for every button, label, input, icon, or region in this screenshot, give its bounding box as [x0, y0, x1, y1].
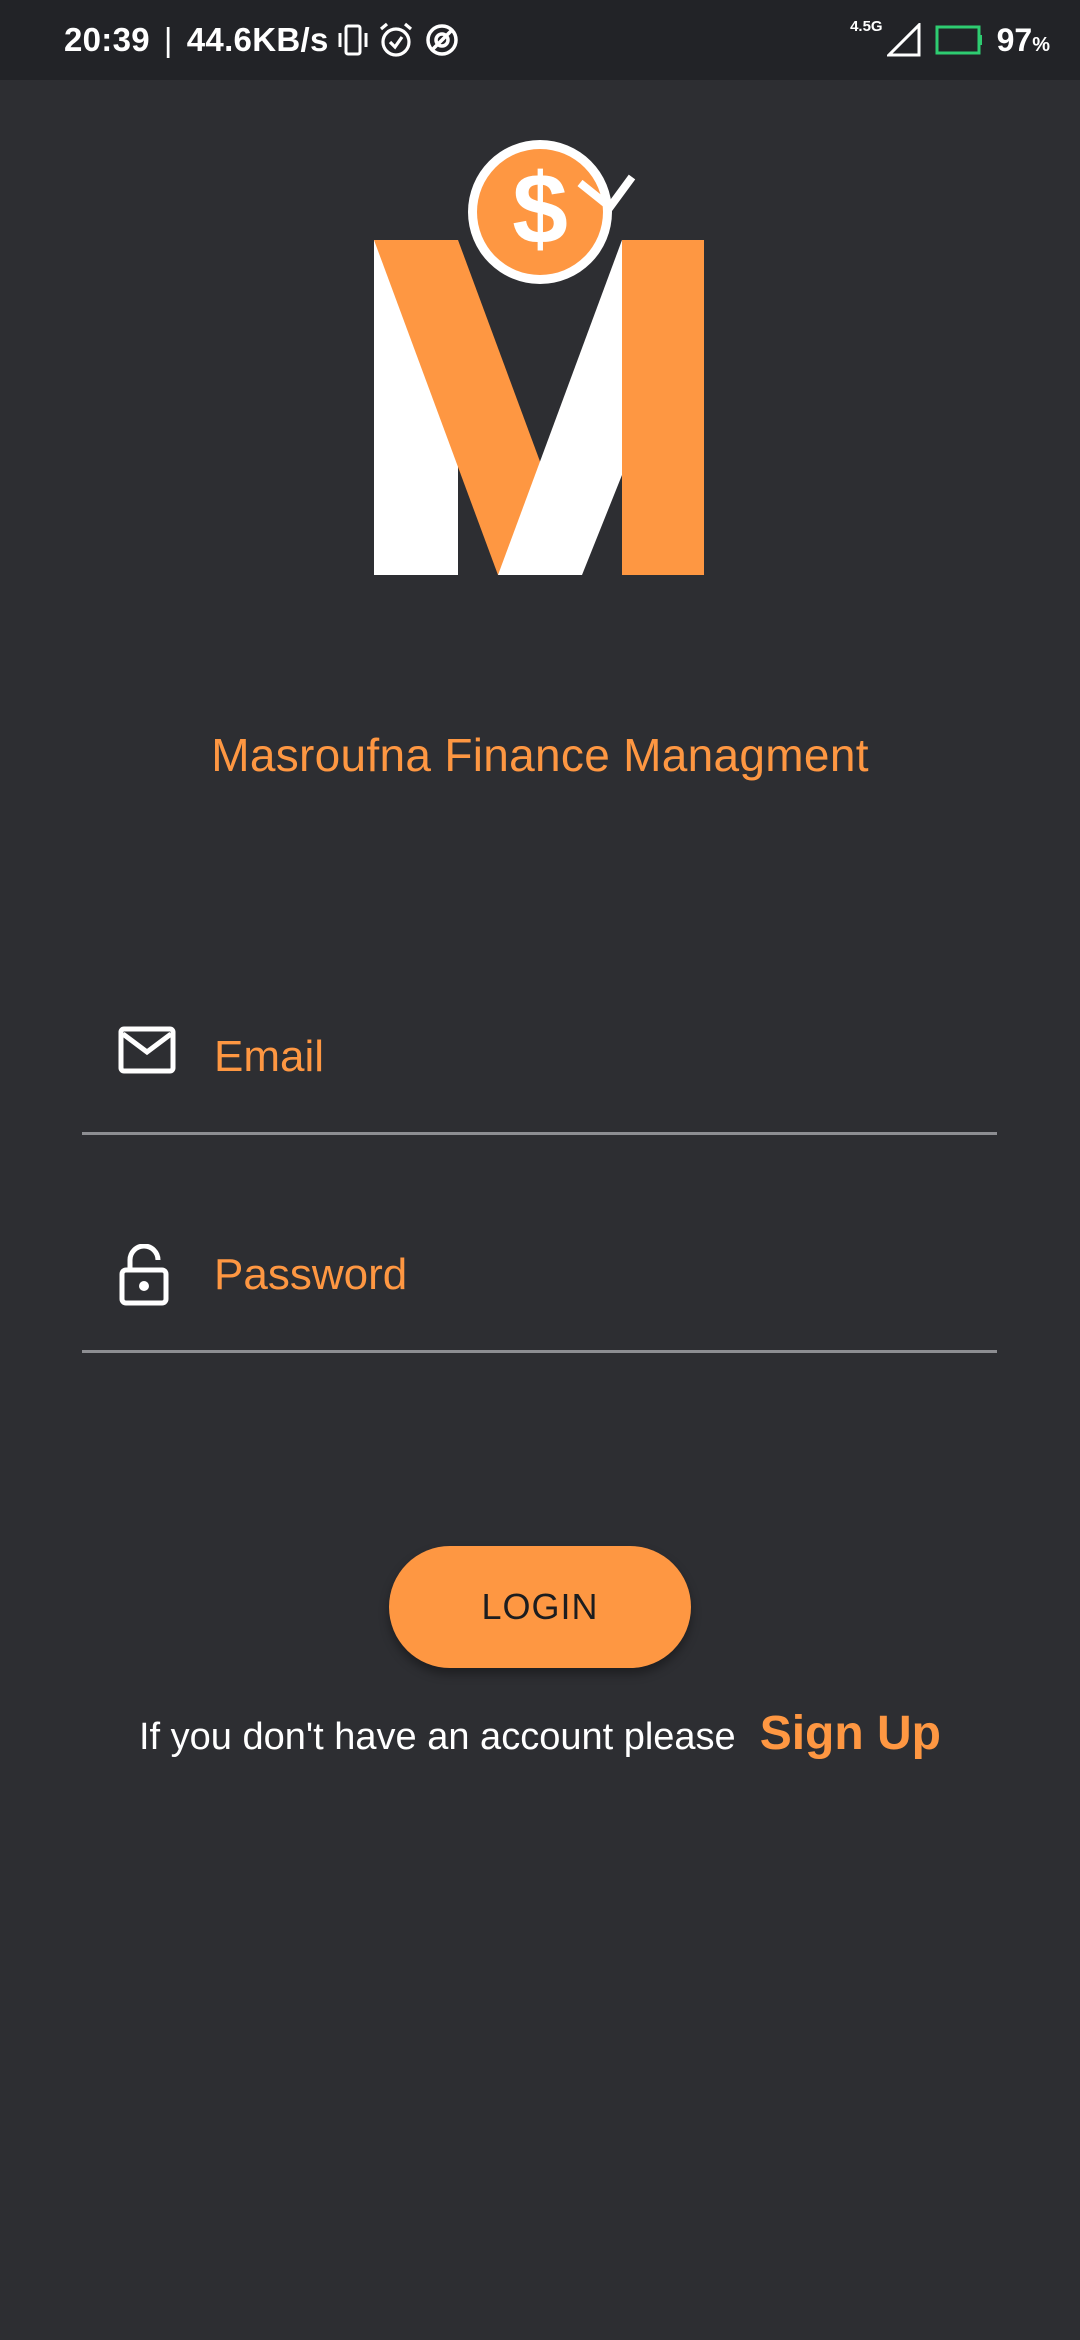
- status-separator: |: [163, 21, 173, 58]
- battery-icon: [935, 25, 982, 55]
- mail-icon: [118, 1026, 176, 1074]
- status-bar: 20:39 | 44.6KB/s 4.5G 97%: [0, 0, 1080, 80]
- signup-link[interactable]: Sign Up: [760, 1706, 941, 1761]
- vibrate-icon: [338, 24, 368, 56]
- network-type: 4.5G: [850, 17, 883, 35]
- battery-unit: %: [1032, 33, 1050, 56]
- email-field-container: [82, 982, 997, 1135]
- password-field[interactable]: [214, 1240, 974, 1310]
- lock-open-icon: [119, 1244, 169, 1306]
- password-field-container: [82, 1200, 997, 1353]
- status-bar-right: 4.5G 97%: [850, 0, 1050, 90]
- alarm-icon: [379, 22, 412, 57]
- login-screen: 20:39 | 44.6KB/s 4.5G 97% $ Masroufna Fi…: [0, 0, 1080, 2340]
- status-bar-left: 20:39 | 44.6KB/s: [64, 0, 461, 90]
- app-logo: $: [374, 140, 704, 575]
- signal-icon: [886, 23, 921, 57]
- battery-percent: 97%: [997, 22, 1050, 59]
- app-title: Masroufna Finance Managment: [211, 729, 869, 781]
- email-field[interactable]: [214, 1022, 974, 1092]
- battery-value: 97: [996, 21, 1033, 58]
- data-saver-icon: [425, 24, 458, 56]
- net-speed: 44.6KB/s: [186, 21, 329, 58]
- login-button[interactable]: LOGIN: [389, 1546, 691, 1668]
- signup-prompt: If you don't have an account please: [139, 1716, 736, 1758]
- signup-row: If you don't have an account please Sign…: [0, 1706, 1080, 1761]
- clock: 20:39: [64, 21, 150, 58]
- svg-text:$: $: [512, 153, 568, 265]
